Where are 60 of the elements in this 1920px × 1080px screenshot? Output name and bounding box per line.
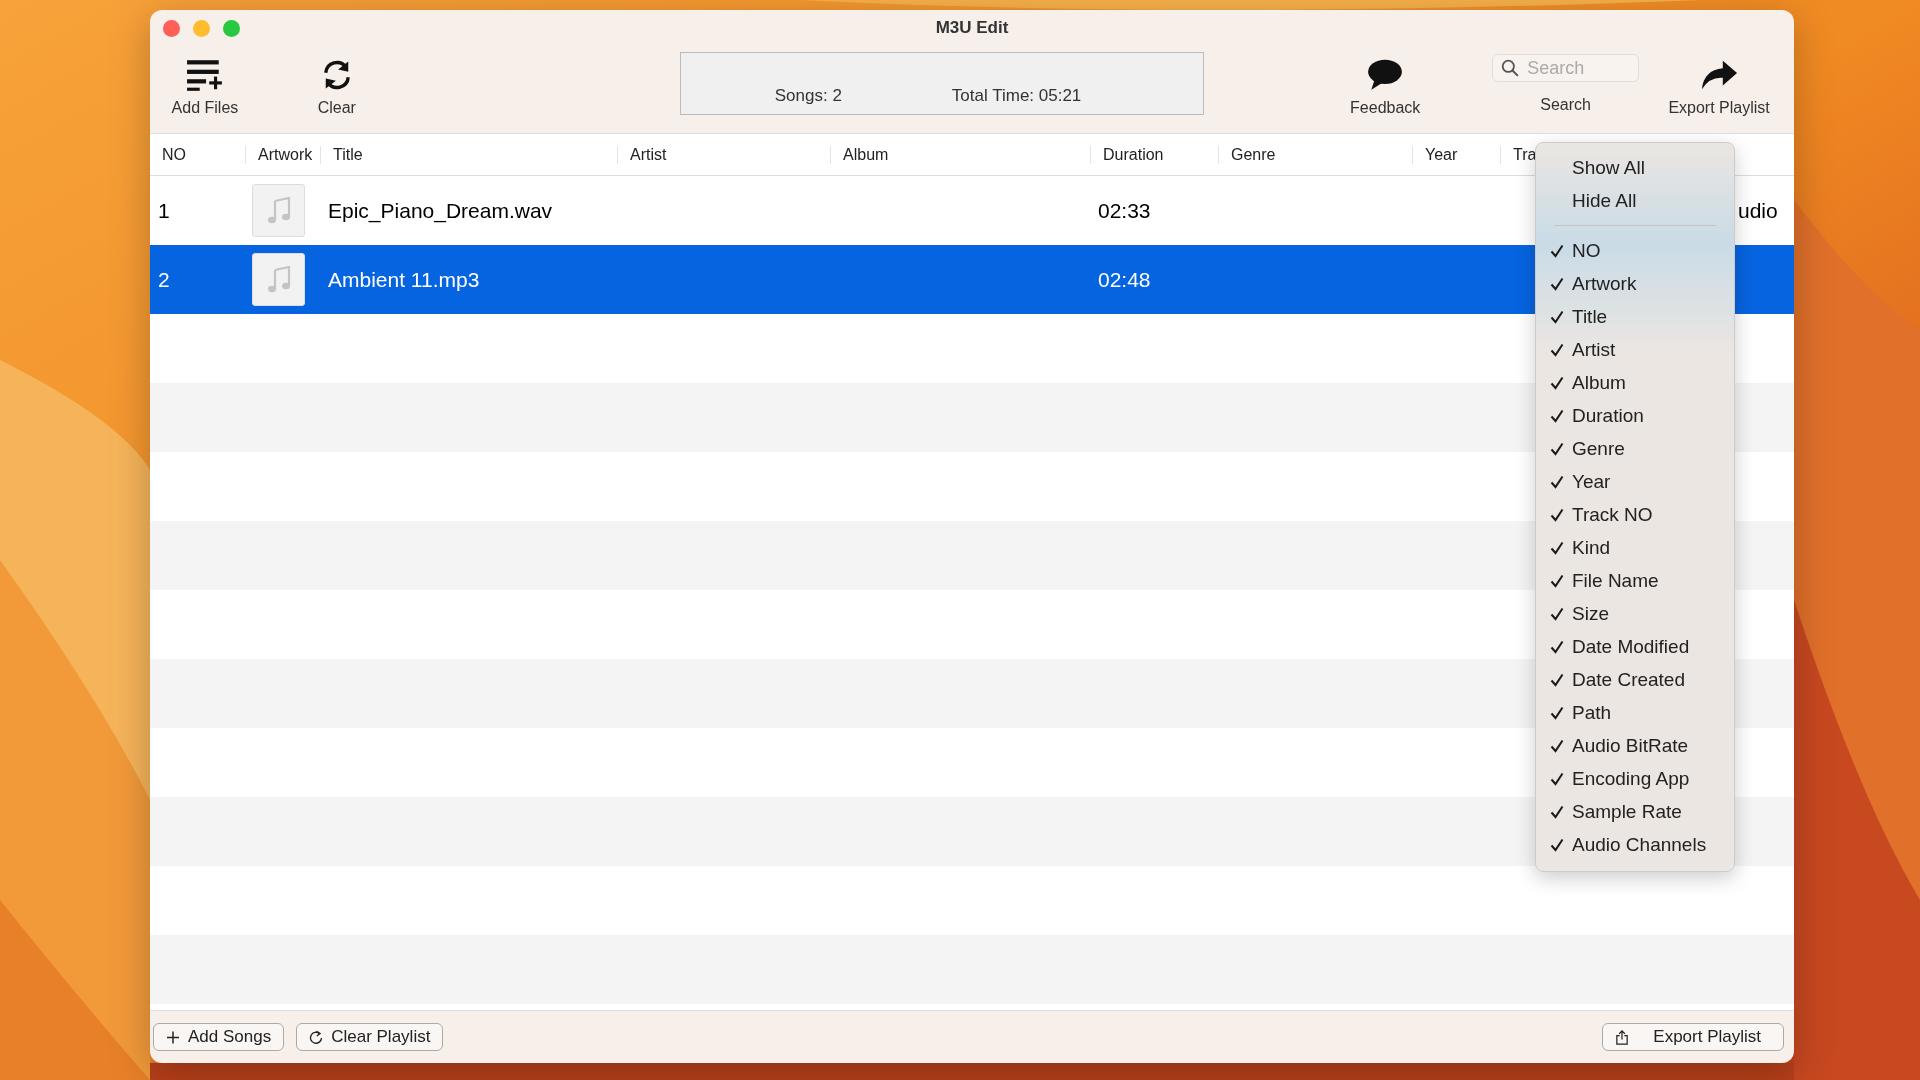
menu-item[interactable]: Album [1572, 371, 1626, 394]
table-row[interactable]: 2 Ambient 11.mp3 02:48 [150, 245, 1535, 314]
minimize-button[interactable] [193, 19, 210, 37]
table-cell-text: 02:33 [1097, 198, 1152, 223]
menu-item[interactable]: Artist [1572, 338, 1616, 361]
menu-item[interactable]: Artwork [1572, 272, 1637, 295]
plus-icon [166, 1029, 180, 1045]
menu-item[interactable]: Date Modified [1572, 635, 1690, 658]
export-playlist-button[interactable]: Export Playlist [1644, 46, 1794, 117]
search-field[interactable]: Search [1492, 54, 1640, 82]
bottom-button[interactable]: Add Songs [153, 1023, 285, 1051]
menu-item[interactable]: NO [1572, 239, 1601, 262]
column-header[interactable]: Title [320, 145, 617, 164]
menu-item[interactable]: Duration [1572, 404, 1644, 427]
music-note-icon [266, 265, 291, 294]
column-header[interactable]: Genre [1218, 145, 1412, 164]
song-count: Songs: 2 [774, 86, 842, 106]
table-cell-text: 1 [157, 198, 171, 223]
music-note-icon [266, 196, 291, 225]
share-icon [1615, 1029, 1630, 1045]
column-header[interactable]: Year [1412, 145, 1500, 164]
menu-item[interactable]: File Name [1572, 569, 1659, 592]
table-cell-text: Epic_Piano_Dream.wav [327, 198, 554, 223]
menu-item[interactable]: Path [1572, 701, 1612, 724]
total-time: Total Time: 05:21 [951, 86, 1082, 106]
table-cell: udio [1738, 198, 1778, 223]
column-header[interactable]: Album [830, 145, 1090, 164]
search-icon [1501, 59, 1520, 77]
menu-item[interactable]: Title [1572, 305, 1608, 328]
list-add-icon [185, 57, 224, 93]
menu-item[interactable]: Track NO [1572, 503, 1653, 526]
menu-item[interactable]: Show All [1536, 151, 1645, 184]
menu-item[interactable]: Genre [1572, 437, 1625, 460]
table-cell-text: 2 [157, 267, 171, 292]
menu-item[interactable]: Audio Channels [1572, 833, 1707, 856]
bottom-button[interactable]: Clear Playlist [296, 1023, 444, 1051]
menu-item[interactable]: Date Created [1572, 668, 1685, 691]
menu-item[interactable]: Kind [1572, 536, 1611, 559]
column-header[interactable]: NO [150, 145, 245, 164]
column-header[interactable]: Duration [1090, 145, 1218, 164]
export-playlist-button[interactable]: Export Playlist [1602, 1023, 1784, 1051]
column-header[interactable]: Artwork [245, 145, 320, 164]
speech-bubble-icon [1366, 57, 1405, 93]
menu-item[interactable]: Hide All [1536, 184, 1637, 217]
menu-item[interactable]: Encoding App [1572, 767, 1690, 790]
column-header[interactable]: Artist [617, 145, 830, 164]
toolbar-button[interactable]: Add Files [150, 46, 260, 117]
toolbar-button[interactable]: Clear [281, 46, 392, 117]
window-title: M3U Edit [934, 18, 1010, 38]
refresh-icon [309, 1029, 324, 1045]
menu-item[interactable]: Audio BitRate [1572, 734, 1689, 757]
zoom-button[interactable] [223, 19, 240, 37]
menu-item[interactable]: Size [1572, 602, 1609, 625]
table-cell-text: Ambient 11.mp3 [327, 267, 481, 292]
close-button[interactable] [163, 19, 180, 37]
feedback-button[interactable]: Feedback [1330, 46, 1441, 117]
menu-item[interactable]: Year [1572, 470, 1611, 493]
table-cell-text: 02:48 [1097, 267, 1152, 292]
menu-item[interactable]: Sample Rate [1572, 800, 1682, 823]
search-label: Search [1540, 96, 1591, 114]
